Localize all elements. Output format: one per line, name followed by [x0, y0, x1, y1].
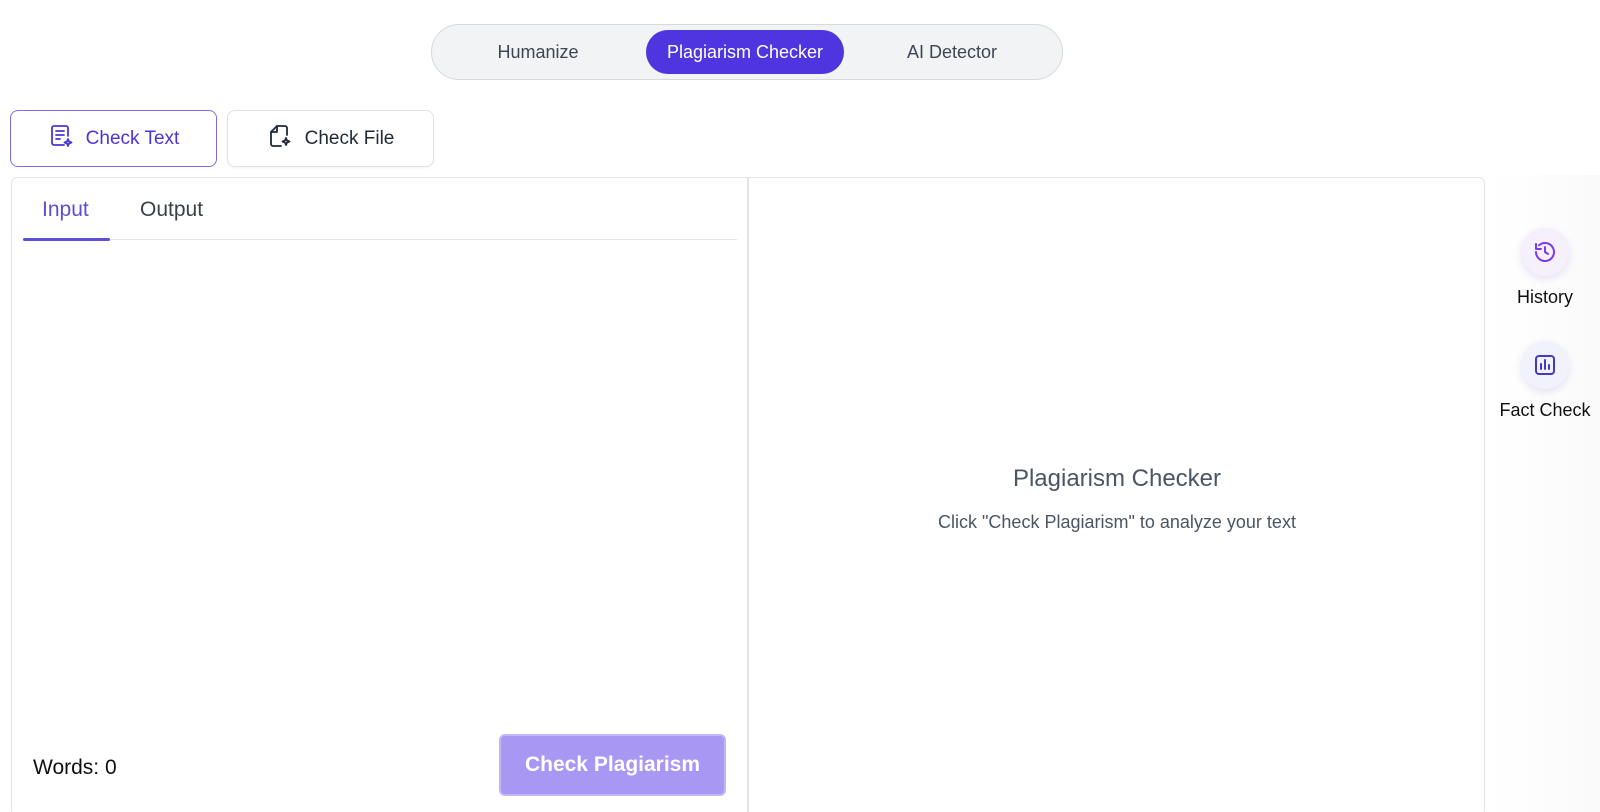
check-file-button[interactable]: Check File: [227, 110, 434, 167]
mode-switcher: Humanize Plagiarism Checker AI Detector: [431, 24, 1063, 80]
fact-check-button[interactable]: Fact Check: [1490, 341, 1600, 421]
check-file-label: Check File: [304, 127, 395, 149]
result-title: Plagiarism Checker: [1012, 465, 1222, 492]
mode-tab-plagiarism-checker[interactable]: Plagiarism Checker: [646, 30, 844, 74]
history-icon: [1521, 228, 1569, 276]
mode-tab-ai-detector[interactable]: AI Detector: [852, 30, 1052, 74]
history-label: History: [1516, 287, 1573, 307]
checker-panel: Input Output Words: 0 Check Plagiarism P…: [11, 177, 1485, 812]
tab-input[interactable]: Input: [42, 198, 89, 222]
check-text-label: Check Text: [85, 127, 180, 149]
text-document-icon: [48, 123, 74, 155]
active-tab-indicator: [23, 238, 110, 241]
word-count: Words: 0: [33, 756, 117, 779]
tab-output[interactable]: Output: [140, 198, 203, 222]
file-icon: [267, 123, 293, 155]
editor-tabs: Input Output: [23, 194, 737, 241]
panel-divider: [747, 178, 749, 812]
check-plagiarism-button[interactable]: Check Plagiarism: [499, 734, 726, 796]
fact-check-label: Fact Check: [1499, 400, 1591, 420]
check-text-button[interactable]: Check Text: [10, 110, 217, 167]
side-rail: History Fact Check: [1490, 175, 1600, 812]
history-button[interactable]: History: [1490, 228, 1600, 308]
result-subtitle: Click "Check Plagiarism" to analyze your…: [938, 512, 1296, 532]
mode-tab-humanize[interactable]: Humanize: [438, 30, 638, 74]
text-input[interactable]: [32, 250, 732, 680]
bar-chart-icon: [1521, 341, 1569, 389]
